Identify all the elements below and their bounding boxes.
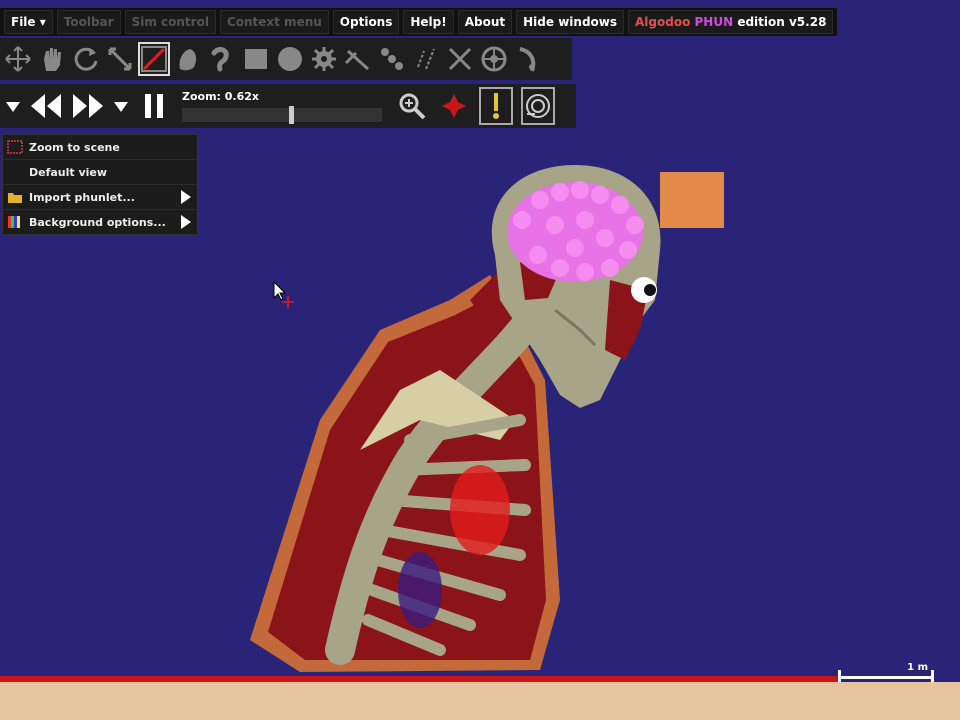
rotate-icon [74,47,98,71]
sim-control-bar: Zoom: 0.62x [0,84,576,128]
orange-box[interactable] [660,172,724,228]
edition-label: Algodoo PHUN edition v5.28 [628,10,834,34]
toolbar [0,38,572,80]
gravity-button[interactable] [436,86,472,126]
gear-tool[interactable] [308,42,340,76]
air-friction-button[interactable] [520,86,556,126]
sketch-icon [141,46,167,72]
sim-menu-dropdown[interactable] [4,86,22,126]
ctx-default-view[interactable]: Default view [3,160,197,185]
zoom-button[interactable] [394,86,430,126]
speed-dropdown[interactable] [112,86,130,126]
ctx-zoom-to-scene[interactable]: Zoom to scene [3,135,197,160]
ctx-label: Default view [29,165,108,179]
fixate-icon [481,46,507,72]
attraction-button[interactable] [478,86,514,126]
ctx-label: Background options... [29,215,166,229]
menu-toolbar[interactable]: Toolbar [56,10,121,34]
pause-icon [145,94,163,118]
laser-pen-icon [417,48,435,70]
fan-icon [526,94,550,118]
sketch-tool[interactable] [138,42,170,76]
rewind-button[interactable] [28,86,64,126]
lung[interactable] [450,465,510,555]
scale-icon [108,47,132,71]
zoom-control: Zoom: 0.62x [178,86,388,126]
edition-suffix: edition v5.28 [737,15,827,29]
scale-line [838,676,934,679]
edition-brand-a: Algodoo [635,15,691,29]
ctx-label: Import phunlet... [29,190,135,204]
circle-tool[interactable] [274,42,306,76]
pupil [644,284,656,296]
menu-sim-control[interactable]: Sim control [124,10,216,34]
menu-help[interactable]: Help! [403,10,454,34]
ctx-background-options[interactable]: Background options... [3,210,197,235]
ctx-label: Zoom to scene [29,140,120,154]
scale-tick [931,670,934,682]
menu-context-menu[interactable]: Context menu [219,10,329,34]
scale-label: 1 m [907,662,928,673]
pause-button[interactable] [136,86,172,126]
menu-options[interactable]: Options [332,10,400,34]
drag-hand-icon [44,48,61,71]
drag-tool[interactable] [36,42,68,76]
gravity-icon [442,94,466,118]
ground[interactable] [0,682,960,720]
organ[interactable] [398,552,442,628]
move-tool[interactable] [2,42,34,76]
mouse-cursor-icon [273,280,294,308]
chain-icon [211,47,229,72]
menu-hide-windows[interactable]: Hide windows [516,10,625,34]
knife-icon [448,47,472,71]
fast-forward-icon [73,94,103,118]
triangle-down-icon [114,102,128,112]
plane-tool[interactable] [342,42,374,76]
hinge-chain-icon [381,48,403,70]
context-menu: Zoom to scene Default view Import phunle… [2,134,198,236]
magnifier-icon [399,93,426,120]
fast-forward-button[interactable] [70,86,106,126]
triangle-down-icon [6,102,20,112]
menu-file[interactable]: File ▾ [4,10,53,34]
zoom-slider-handle[interactable] [289,106,295,124]
rewind-icon [31,94,61,118]
palette-icon [8,216,20,228]
zoom-scene-icon [7,140,23,154]
wheel-icon [519,47,536,72]
rotate-tool[interactable] [70,42,102,76]
fixate-tool[interactable] [478,42,510,76]
circle-icon [278,47,302,71]
menu-about[interactable]: About [457,10,513,34]
gear-icon [312,47,336,71]
folder-icon [8,193,22,203]
box-icon [245,49,267,69]
box-tool[interactable] [240,42,272,76]
brush-tool[interactable] [172,42,204,76]
laser-pen-tool[interactable] [410,42,442,76]
exclamation-icon [493,93,499,119]
wheel-tool[interactable] [512,42,544,76]
scale-tick [838,670,841,682]
edition-brand-b: PHUN [694,15,734,29]
submenu-arrow-icon [181,190,191,204]
zoom-slider[interactable] [182,106,382,124]
chain-tool[interactable] [206,42,238,76]
move-icon [5,46,31,72]
plane-icon [344,49,370,71]
menu-bar: File ▾ Toolbar Sim control Context menu … [0,8,838,36]
submenu-arrow-icon [181,215,191,229]
hinge-chain-tool[interactable] [376,42,408,76]
zoom-label: Zoom: 0.62x [182,90,260,103]
scale-bar: 1 m [836,662,936,682]
brush-icon [179,49,197,71]
knife-tool[interactable] [444,42,476,76]
scale-tool[interactable] [104,42,136,76]
ctx-import-phunlet[interactable]: Import phunlet... [3,185,197,210]
